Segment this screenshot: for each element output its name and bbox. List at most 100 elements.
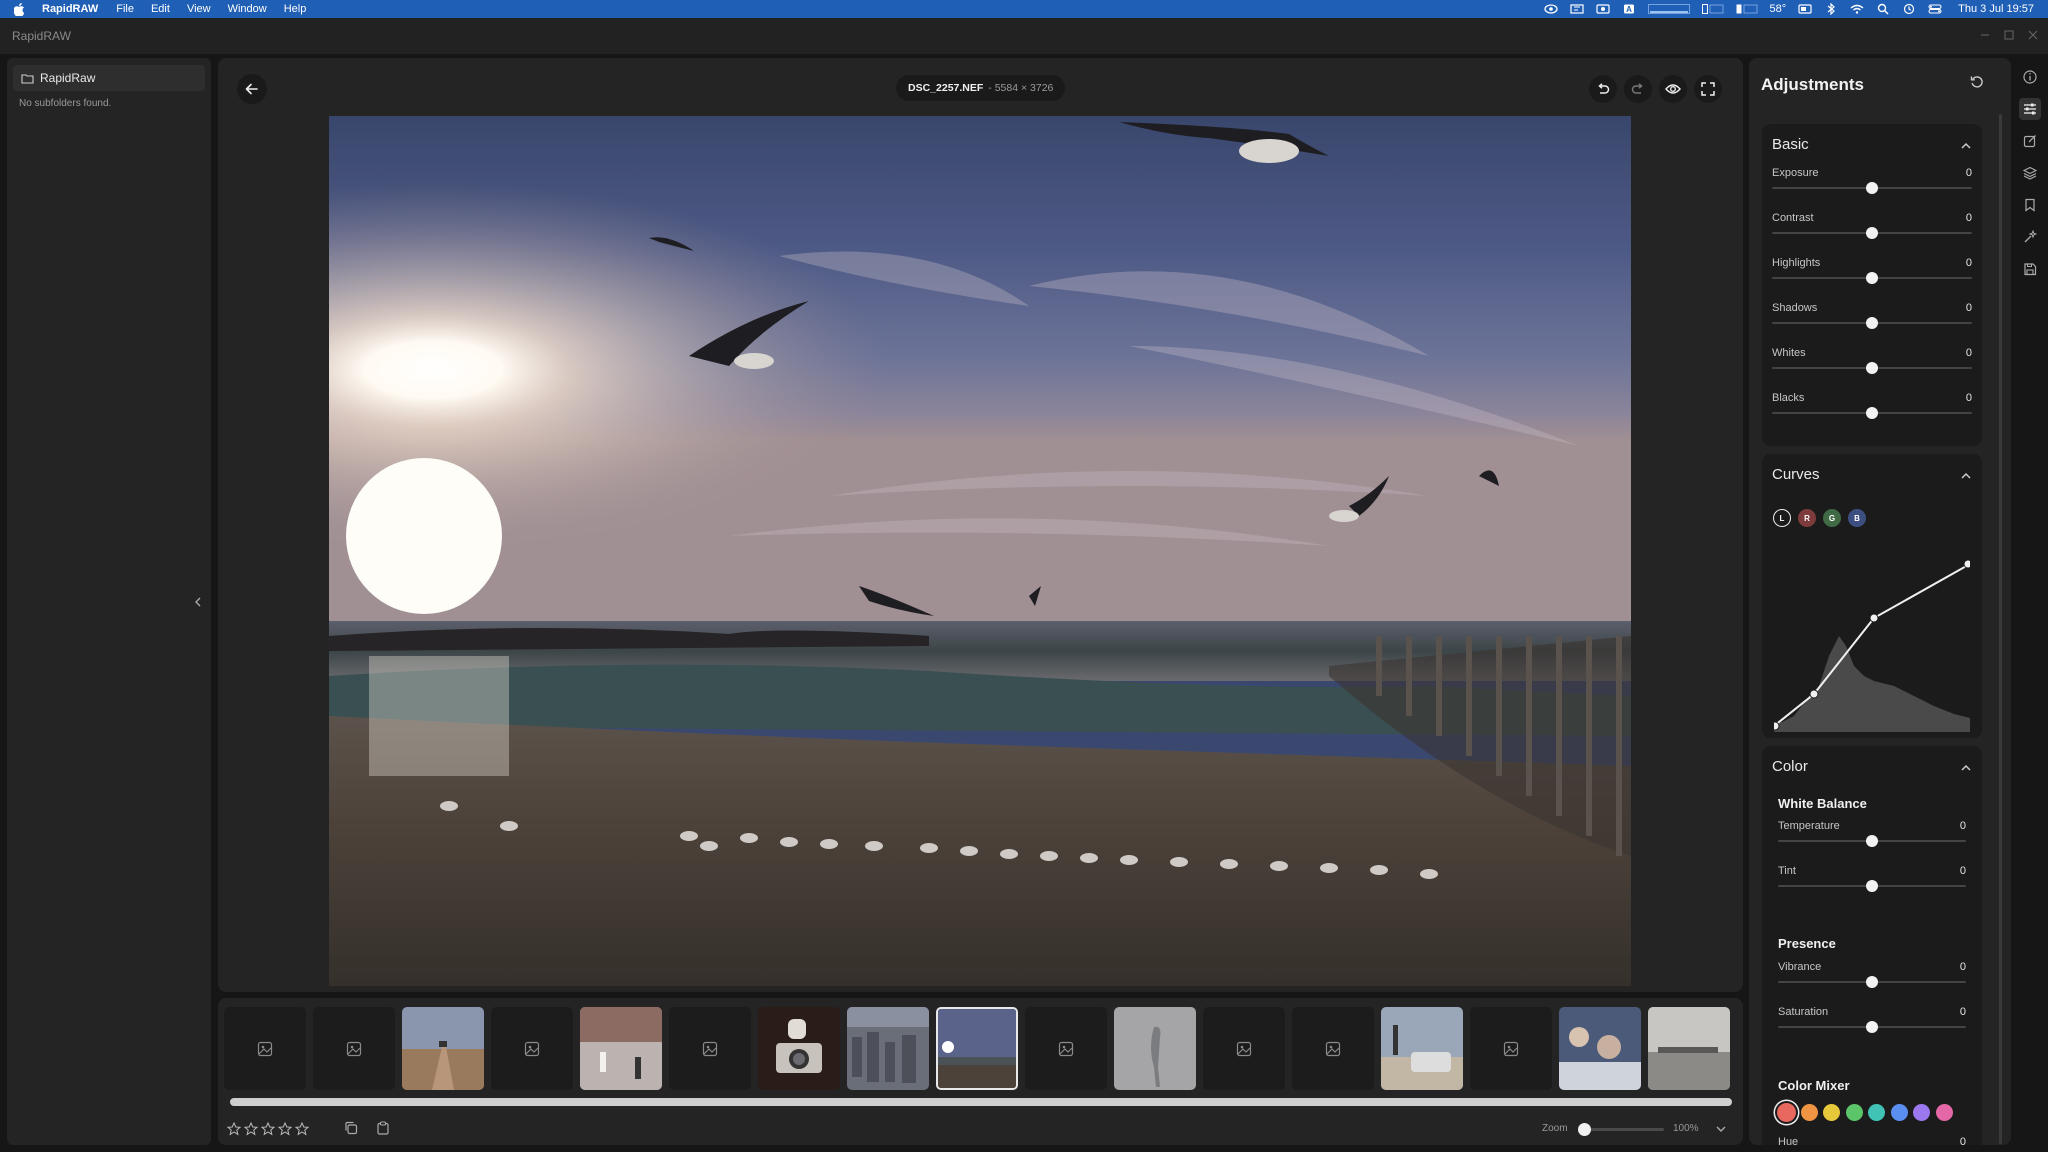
bluetooth-icon[interactable] [1824, 3, 1838, 15]
filmstrip-thumbnail[interactable] [669, 1007, 751, 1090]
spotlight-search-icon[interactable] [1876, 3, 1890, 15]
record-icon[interactable] [1595, 4, 1610, 14]
slider-value[interactable]: 0 [1966, 212, 1972, 224]
slider-value[interactable]: 0 [1960, 1006, 1966, 1018]
exposure-slider[interactable]: Exposure 0 [1772, 167, 1972, 207]
star-icon[interactable] [227, 1122, 241, 1136]
curves-section-title[interactable]: Curves [1772, 466, 1820, 483]
reset-adjustments-button[interactable] [1970, 75, 1984, 94]
tone-curve-editor[interactable] [1774, 536, 1970, 732]
filmstrip-thumbnail[interactable] [1114, 1007, 1196, 1090]
filmstrip-thumbnail[interactable] [224, 1007, 306, 1090]
slider-handle[interactable] [1866, 182, 1878, 194]
zoom-slider-handle[interactable] [1578, 1123, 1591, 1136]
color-mixer-swatch[interactable] [1823, 1104, 1840, 1121]
window-icon[interactable] [1798, 4, 1812, 14]
minimize-icon[interactable] [1980, 29, 1990, 43]
adjustments-panel-button[interactable] [2019, 98, 2041, 120]
filmstrip-scrollbar[interactable] [230, 1098, 1732, 1106]
filmstrip-thumbnail[interactable] [1559, 1007, 1641, 1090]
cpu-graph-icon[interactable] [1647, 4, 1690, 14]
chevron-up-icon[interactable] [1960, 138, 1972, 156]
filmstrip-thumbnail[interactable] [1292, 1007, 1374, 1090]
slider-handle[interactable] [1866, 272, 1878, 284]
slider-handle[interactable] [1866, 1021, 1878, 1033]
color-mixer-swatch[interactable] [1800, 1104, 1818, 1121]
slider-handle[interactable] [1866, 880, 1878, 892]
info-panel-button[interactable] [2019, 66, 2041, 88]
slider-value[interactable]: 0 [1966, 257, 1972, 269]
filmstrip-thumbnail[interactable] [491, 1007, 573, 1090]
slider-handle[interactable] [1866, 407, 1878, 419]
slider-value[interactable]: 0 [1966, 302, 1972, 314]
slider-value[interactable]: 0 [1960, 1136, 1966, 1145]
slider-value[interactable]: 0 [1966, 392, 1972, 404]
masks-panel-button[interactable] [2019, 162, 2041, 184]
paste-adjustments-button[interactable] [376, 1121, 390, 1140]
chevron-up-icon[interactable] [1960, 468, 1972, 486]
zoom-dropdown-button[interactable] [1715, 1122, 1727, 1140]
chevron-up-icon[interactable] [1960, 760, 1972, 778]
disk-graph-icon[interactable] [1736, 4, 1758, 14]
menu-help[interactable]: Help [284, 3, 307, 15]
main-photo[interactable] [329, 116, 1631, 986]
temperature-readout[interactable]: 58° [1770, 3, 1787, 15]
color-mixer-swatch[interactable] [1845, 1104, 1863, 1121]
slider-handle[interactable] [1866, 317, 1878, 329]
color-mixer-swatch[interactable] [1868, 1104, 1885, 1121]
text-input-icon[interactable]: A [1622, 4, 1636, 14]
filmstrip-thumbnail[interactable] [580, 1007, 662, 1090]
filmstrip-thumbnail[interactable] [847, 1007, 929, 1090]
color-mixer-swatch[interactable] [1935, 1104, 1953, 1121]
controls-icon[interactable] [1569, 4, 1584, 14]
copy-adjustments-button[interactable] [344, 1121, 358, 1140]
filmstrip-thumbnail[interactable] [1203, 1007, 1285, 1090]
ai-panel-button[interactable] [2019, 226, 2041, 248]
menu-window[interactable]: Window [228, 3, 267, 15]
hue-slider[interactable]: Hue 0 [1778, 1136, 1966, 1145]
menu-view[interactable]: View [187, 3, 211, 15]
curve-channel-red[interactable]: R [1798, 509, 1816, 527]
curve-channel-green[interactable]: G [1823, 509, 1841, 527]
crop-panel-button[interactable] [2019, 130, 2041, 152]
redo-button[interactable] [1624, 75, 1652, 103]
collapse-sidebar-button[interactable] [190, 594, 206, 610]
curve-channel-luma[interactable]: L [1773, 509, 1791, 527]
curve-channel-blue[interactable]: B [1848, 509, 1866, 527]
undo-button[interactable] [1589, 75, 1617, 103]
slider-value[interactable]: 0 [1966, 347, 1972, 359]
scrollbar-thumb[interactable] [230, 1098, 1732, 1106]
back-button[interactable] [237, 74, 267, 104]
menu-edit[interactable]: Edit [151, 3, 170, 15]
filmstrip-thumbnail[interactable] [1648, 1007, 1730, 1090]
basic-section-title[interactable]: Basic [1772, 136, 1809, 153]
apple-menu-icon[interactable] [14, 2, 30, 16]
export-panel-button[interactable] [2019, 258, 2041, 280]
color-mixer-swatch[interactable] [1890, 1104, 1908, 1121]
time-machine-icon[interactable] [1902, 3, 1916, 15]
slider-value[interactable]: 0 [1966, 167, 1972, 179]
filmstrip-thumbnail[interactable] [1381, 1007, 1463, 1090]
filmstrip-thumbnail[interactable] [402, 1007, 484, 1090]
color-mixer-swatch[interactable] [1777, 1103, 1796, 1122]
screen-mirror-icon[interactable] [1543, 4, 1558, 14]
star-icon[interactable] [261, 1122, 275, 1136]
tint-slider[interactable]: Tint 0 [1778, 865, 1966, 905]
filmstrip-thumbnail[interactable] [758, 1007, 840, 1090]
close-icon[interactable] [2028, 29, 2038, 43]
preview-toggle-button[interactable] [1659, 75, 1687, 103]
temperature-slider[interactable]: Temperature 0 [1778, 820, 1966, 860]
color-section-title[interactable]: Color [1772, 758, 1808, 775]
whites-slider[interactable]: Whites 0 [1772, 347, 1972, 387]
adjustments-scrollbar[interactable] [1999, 114, 2002, 1144]
fullscreen-button[interactable] [1694, 75, 1722, 103]
slider-value[interactable]: 0 [1960, 961, 1966, 973]
wifi-icon[interactable] [1850, 4, 1864, 14]
shadows-slider[interactable]: Shadows 0 [1772, 302, 1972, 342]
blacks-slider[interactable]: Blacks 0 [1772, 392, 1972, 432]
saturation-slider[interactable]: Saturation 0 [1778, 1006, 1966, 1046]
highlights-slider[interactable]: Highlights 0 [1772, 257, 1972, 297]
slider-value[interactable]: 0 [1960, 865, 1966, 877]
menu-file[interactable]: File [116, 3, 134, 15]
slider-handle[interactable] [1866, 976, 1878, 988]
